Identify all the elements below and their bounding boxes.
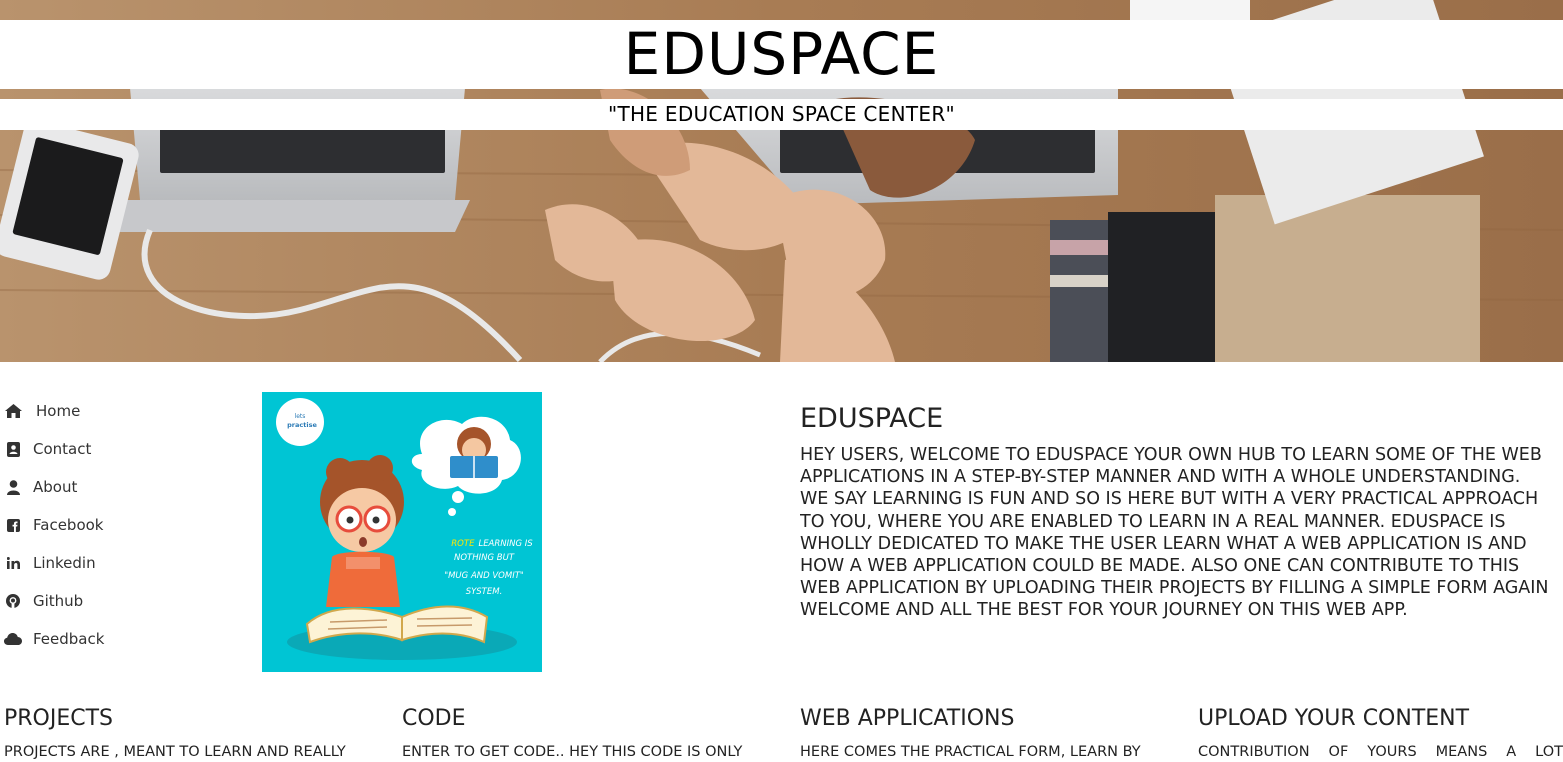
facebook-icon <box>4 517 22 533</box>
intro-line: WE SAY LEARNING IS FUN AND SO IS HERE BU… <box>800 489 1539 510</box>
svg-text:lets: lets <box>295 413 306 420</box>
user-icon <box>4 479 22 495</box>
rote-learning-illustration: lets practise ROTE LEARNING IS NOTHING B… <box>262 392 542 672</box>
projects-text: PROJECTS ARE , MEANT TO LEARN AND REALLY <box>4 744 346 760</box>
contact-card-icon <box>4 441 22 457</box>
sidebar-item-feedback[interactable]: Feedback <box>0 620 240 658</box>
projects-column[interactable]: PROJECTS PROJECTS ARE , MEANT TO LEARN A… <box>4 704 376 762</box>
sidebar-item-label: Facebook <box>33 516 104 534</box>
cloud-icon <box>4 631 22 647</box>
title-band: EDUSPACE <box>0 20 1563 89</box>
upload-content-heading: UPLOAD YOUR CONTENT <box>1198 706 1470 731</box>
code-column[interactable]: CODE ENTER TO GET CODE.. HEY THIS CODE I… <box>402 704 774 762</box>
site-title: EDUSPACE <box>623 20 940 88</box>
sidebar-item-label: Linkedin <box>33 554 96 572</box>
intro-line: WELCOME AND ALL THE BEST FOR YOUR JOURNE… <box>800 600 1408 621</box>
intro-line: WEB APPLICATION BY UPLOADING THEIR PROJE… <box>800 578 1549 599</box>
web-applications-text: HERE COMES THE PRACTICAL FORM, LEARN BY <box>800 744 1141 760</box>
svg-text:practise: practise <box>287 421 317 429</box>
linkedin-icon <box>4 555 22 571</box>
code-heading: CODE <box>402 706 466 731</box>
svg-text:SYSTEM.: SYSTEM. <box>466 587 503 597</box>
sidebar-item-home[interactable]: Home <box>0 392 240 430</box>
intro-line: WHOLLY DEDICATED TO MAKE THE USER LEARN … <box>800 533 1527 554</box>
upload-content-text: CONTRIBUTION OF YOURS MEANS A LOT <box>1198 744 1563 760</box>
sidebar-item-label: Home <box>36 402 81 420</box>
sidebar-item-facebook[interactable]: Facebook <box>0 506 240 544</box>
projects-heading: PROJECTS <box>4 706 114 731</box>
intro-line: HOW A WEB APPLICATION COULD BE MADE. ALS… <box>800 556 1520 577</box>
sidebar-item-linkedin[interactable]: Linkedin <box>0 544 240 582</box>
svg-text:ROTELEARNING IS: ROTE LEARNING IS <box>451 539 533 549</box>
sidebar-item-contact[interactable]: Contact <box>0 430 240 468</box>
intro-line: APPLICATIONS IN A STEP-BY-STEP MANNER AN… <box>800 467 1521 488</box>
intro-paragraph: HEY USERS, WELCOME TO EDUSPACE YOUR OWN … <box>800 444 1563 622</box>
svg-text:NOTHING BUT: NOTHING BUT <box>454 553 515 563</box>
sidebar-nav: Home Contact About Facebook Linkedin Git… <box>0 392 240 658</box>
sidebar-item-github[interactable]: Github <box>0 582 240 620</box>
sidebar-item-label: Contact <box>33 440 92 458</box>
sidebar-item-label: Feedback <box>33 630 105 648</box>
intro-line: TO YOU, WHERE YOU ARE ENABLED TO LEARN I… <box>800 511 1506 532</box>
intro-heading: EDUSPACE <box>800 403 944 434</box>
svg-text:"MUG AND VOMIT": "MUG AND VOMIT" <box>444 571 524 581</box>
lets-practise-logo: lets practise <box>276 398 324 446</box>
web-applications-column[interactable]: WEB APPLICATIONS HERE COMES THE PRACTICA… <box>800 704 1172 762</box>
code-text: ENTER TO GET CODE.. HEY THIS CODE IS ONL… <box>402 744 743 760</box>
github-icon <box>4 593 22 609</box>
intro-line: HEY USERS, WELCOME TO EDUSPACE YOUR OWN … <box>800 445 1542 465</box>
home-icon <box>4 403 22 419</box>
web-applications-heading: WEB APPLICATIONS <box>800 706 1015 731</box>
upload-content-column[interactable]: UPLOAD YOUR CONTENT CONTRIBUTION OF YOUR… <box>1198 704 1563 762</box>
sidebar-item-label: About <box>33 478 78 496</box>
site-subtitle: "THE EDUCATION SPACE CENTER" <box>607 102 956 126</box>
subtitle-band: "THE EDUCATION SPACE CENTER" <box>0 99 1563 130</box>
hero-banner: EDUSPACE "THE EDUCATION SPACE CENTER" <box>0 0 1563 362</box>
intro-section: EDUSPACE HEY USERS, WELCOME TO EDUSPACE … <box>800 402 1563 622</box>
sidebar-item-about[interactable]: About <box>0 468 240 506</box>
sidebar-item-label: Github <box>33 592 84 610</box>
